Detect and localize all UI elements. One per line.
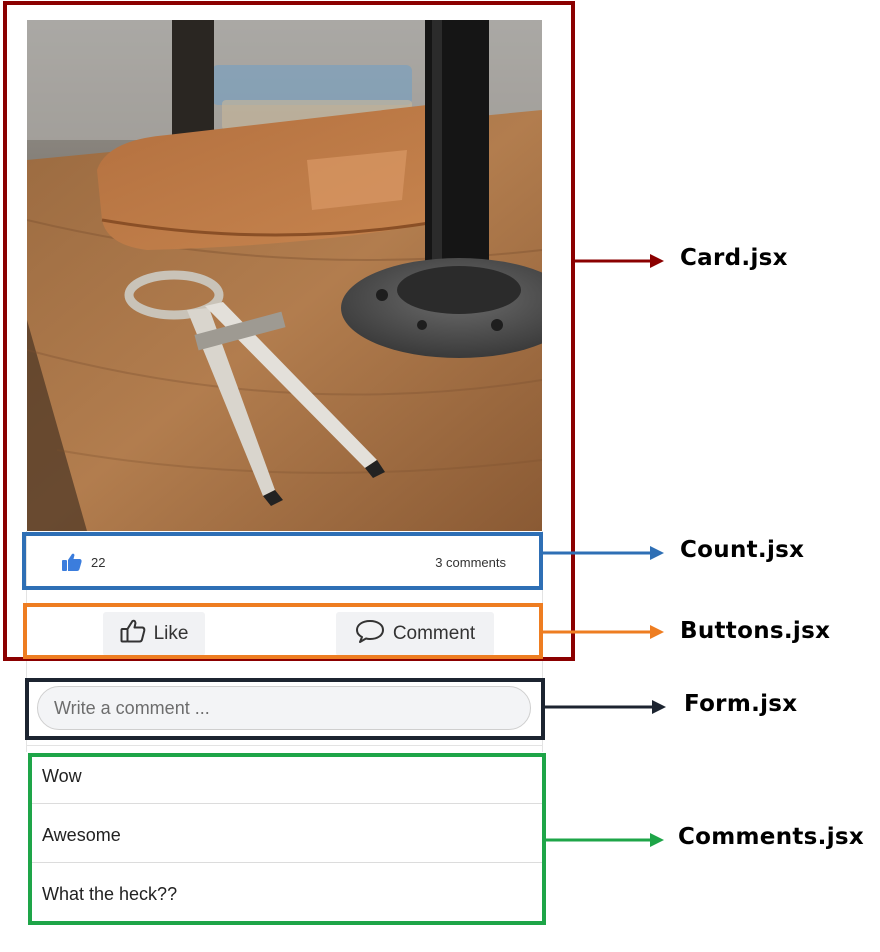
form-label: Form.jsx [684, 691, 798, 717]
comments-arrow [546, 833, 664, 847]
form-arrow [545, 700, 666, 714]
annotation-arrows [543, 254, 666, 847]
comments-label: Comments.jsx [678, 824, 865, 850]
buttons-label: Buttons.jsx [680, 618, 831, 644]
card-label: Card.jsx [680, 245, 788, 271]
buttons-arrow [543, 625, 664, 639]
count-arrow [543, 546, 664, 560]
card-arrow [575, 254, 664, 268]
count-label: Count.jsx [680, 537, 805, 563]
